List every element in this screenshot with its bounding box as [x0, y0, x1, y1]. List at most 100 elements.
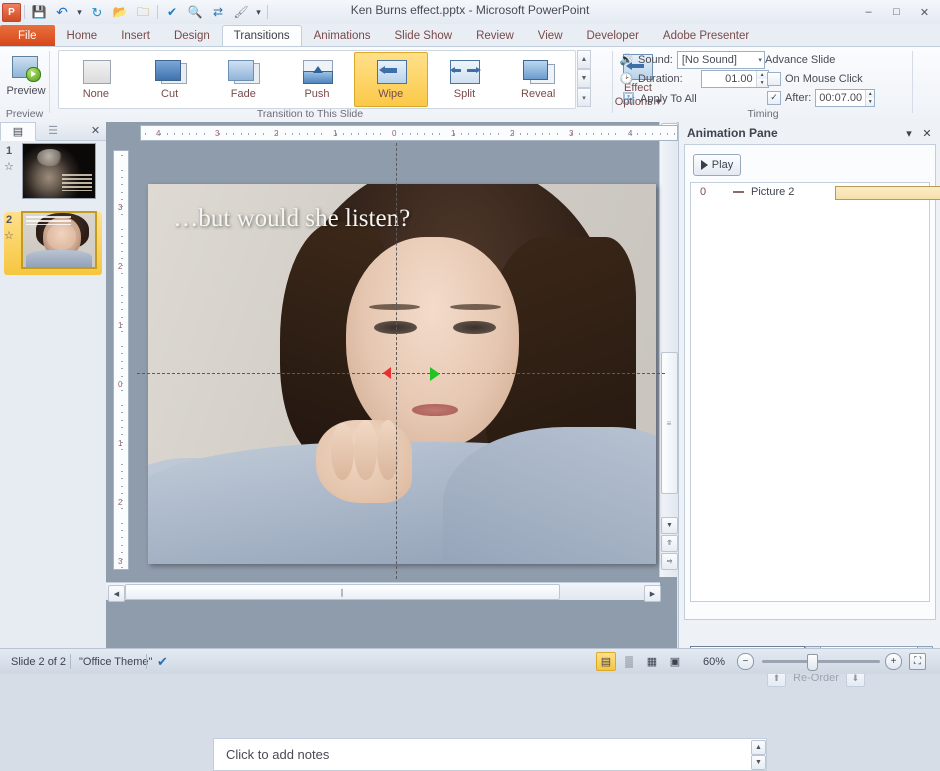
sound-value: [No Sound]: [681, 53, 737, 66]
slide-thumbnail-1[interactable]: 1 ☆: [0, 140, 106, 209]
preview-button[interactable]: Preview: [3, 50, 49, 108]
transition-group-label: Transition to This Slide: [256, 108, 364, 120]
motion-path-start-marker-icon[interactable]: [383, 367, 391, 379]
slide-canvas[interactable]: …but would she listen?: [148, 184, 656, 564]
title-bar: P 💾 ↶ ▾ ↻ 📂 🗀 ✔ 🔍 ⇄ 🖌 ▾ Ken Burns effect…: [0, 0, 940, 24]
document-title: Ken Burns effect.pptx - Microsoft PowerP…: [350, 3, 590, 17]
on-mouse-click-checkbox[interactable]: [767, 71, 781, 86]
tab-file[interactable]: File: [0, 25, 55, 47]
tab-design[interactable]: Design: [162, 25, 222, 47]
transition-fade-label: Fade: [230, 88, 256, 100]
transition-split[interactable]: Split: [428, 52, 502, 107]
transition-wipe[interactable]: Wipe: [353, 52, 428, 107]
play-button-label: Play: [711, 159, 734, 171]
vertical-ruler[interactable]: 3 2 1 0 1 2 3: [113, 150, 129, 570]
zoom-out-icon: −: [737, 653, 754, 670]
zoom-out-button[interactable]: −: [737, 653, 754, 670]
play-button[interactable]: Play: [693, 154, 741, 176]
slide-1-animation-star-icon: ☆: [4, 161, 14, 173]
transition-cut[interactable]: Cut: [133, 52, 207, 107]
sound-combo[interactable]: [No Sound] ▾: [676, 50, 765, 69]
tab-insert[interactable]: Insert: [109, 25, 162, 47]
spellcheck-icon[interactable]: ✔: [150, 653, 175, 670]
tab-outline[interactable]: ☰: [36, 122, 70, 139]
zoom-slider-track[interactable]: [762, 660, 880, 663]
transition-cut-icon: [153, 59, 187, 86]
minimize-button[interactable]: –: [857, 3, 880, 21]
animation-timeline-bar[interactable]: [835, 186, 940, 200]
slide-count-label[interactable]: Slide 2 of 2: [4, 653, 73, 670]
vertical-guide[interactable]: [396, 143, 397, 579]
tab-review[interactable]: Review: [464, 25, 526, 47]
motion-path-end-marker-icon[interactable]: [430, 367, 440, 381]
transition-push[interactable]: Push: [280, 52, 354, 107]
group-separator-3: [912, 51, 913, 113]
after-spinner[interactable]: 00:07.00 ▲ ▼: [815, 88, 876, 107]
animation-item-index: 0: [700, 185, 707, 198]
tab-transitions[interactable]: Transitions: [221, 25, 302, 47]
tab-adobe-presenter[interactable]: Adobe Presenter: [651, 25, 761, 47]
zoom-slider-handle[interactable]: [807, 654, 818, 671]
tab-slide-show[interactable]: Slide Show: [383, 25, 465, 47]
tab-home[interactable]: Home: [55, 25, 110, 47]
scroll-down-button[interactable]: ▼: [661, 517, 678, 534]
tab-view[interactable]: View: [526, 25, 575, 47]
horizontal-scroll-thumb[interactable]: ∥: [125, 584, 560, 600]
slide-show-view-button[interactable]: ▣: [665, 652, 685, 671]
notes-scroll-down[interactable]: ▼: [751, 755, 766, 770]
transition-fade-icon: [226, 59, 261, 86]
animation-pane-menu-icon[interactable]: ▾: [901, 125, 917, 141]
slide-thumbnail-2[interactable]: 2 ☆: [0, 209, 106, 278]
notes-scrollbar[interactable]: ▲ ▼: [751, 740, 766, 770]
animation-pane-close-icon[interactable]: ✕: [919, 125, 935, 141]
slide-vertical-scrollbar[interactable]: ▲ ≡ ▼ ⥣ ⥤: [659, 122, 678, 577]
zoom-in-button[interactable]: +: [885, 653, 902, 670]
previous-slide-button[interactable]: ⥣: [661, 535, 678, 552]
transition-none[interactable]: None: [59, 52, 133, 107]
slides-pane-close-icon[interactable]: ✕: [88, 123, 103, 138]
transition-fade[interactable]: Fade: [206, 52, 280, 107]
scroll-right-button[interactable]: ▶: [644, 585, 661, 602]
animation-list-item[interactable]: 0 Picture 2: [691, 183, 940, 200]
vruler-tick-2b: 2: [118, 498, 123, 507]
slide-title-text[interactable]: …but would she listen?: [173, 205, 410, 233]
slide-sorter-view-button[interactable]: ▒: [619, 652, 639, 671]
horizontal-guide[interactable]: [137, 373, 665, 374]
tab-animations[interactable]: Animations: [302, 25, 383, 47]
zoom-level-label[interactable]: 60%: [696, 653, 732, 670]
after-checkbox[interactable]: ✓: [767, 90, 781, 105]
normal-view-button[interactable]: ▤: [596, 652, 616, 671]
duration-spin-buttons[interactable]: ▲ ▼: [755, 70, 768, 87]
slide-thumbnail-list: 1 ☆ 2 ☆: [0, 140, 106, 649]
slide-horizontal-scrollbar[interactable]: ◀ ∥ ▶: [106, 582, 661, 602]
notes-scroll-up[interactable]: ▲: [751, 740, 766, 755]
gallery-scroll-down-button[interactable]: ▼: [577, 69, 591, 88]
slide-photo-picture-2[interactable]: [148, 184, 656, 564]
horizontal-ruler[interactable]: 4 3 2 1 0 1 2 3 4: [140, 125, 678, 141]
status-separator-1: [70, 654, 71, 669]
reading-view-button[interactable]: ▦: [642, 652, 662, 671]
animation-list[interactable]: 0 Picture 2: [690, 182, 940, 602]
zoom-in-icon: +: [885, 653, 902, 670]
slide-2-number: 2: [6, 214, 13, 226]
gallery-scroll-up-button[interactable]: ▲: [577, 50, 591, 69]
animation-pane-header: Animation Pane ▾ ✕: [679, 122, 940, 144]
scroll-left-button[interactable]: ◀: [108, 585, 125, 602]
transition-gallery: None Cut Fade Push Wipe Split Reveal: [58, 50, 576, 109]
gallery-more-button[interactable]: ▾: [577, 88, 591, 107]
gallery-scroll-buttons: ▲ ▼ ▾: [577, 50, 591, 107]
tab-slides-thumbnails[interactable]: ▤: [0, 122, 36, 141]
duration-spinner[interactable]: 01.00 ▲ ▼: [700, 69, 769, 88]
notes-pane[interactable]: Click to add notes ▲ ▼: [213, 738, 767, 771]
apply-to-all-label: Apply To All: [640, 92, 697, 105]
restore-button[interactable]: □: [885, 3, 908, 21]
transition-reveal[interactable]: Reveal: [501, 52, 575, 107]
slide-1-preview: [22, 143, 96, 199]
next-slide-button[interactable]: ⥤: [661, 553, 678, 570]
fit-to-window-button[interactable]: ⛶: [909, 653, 926, 670]
tab-developer[interactable]: Developer: [575, 25, 651, 47]
notes-placeholder: Click to add notes: [226, 747, 330, 762]
apply-to-all-button[interactable]: 🗄 Apply To All: [617, 89, 701, 108]
close-button[interactable]: ✕: [913, 3, 936, 21]
after-spin-buttons[interactable]: ▲ ▼: [865, 89, 875, 106]
